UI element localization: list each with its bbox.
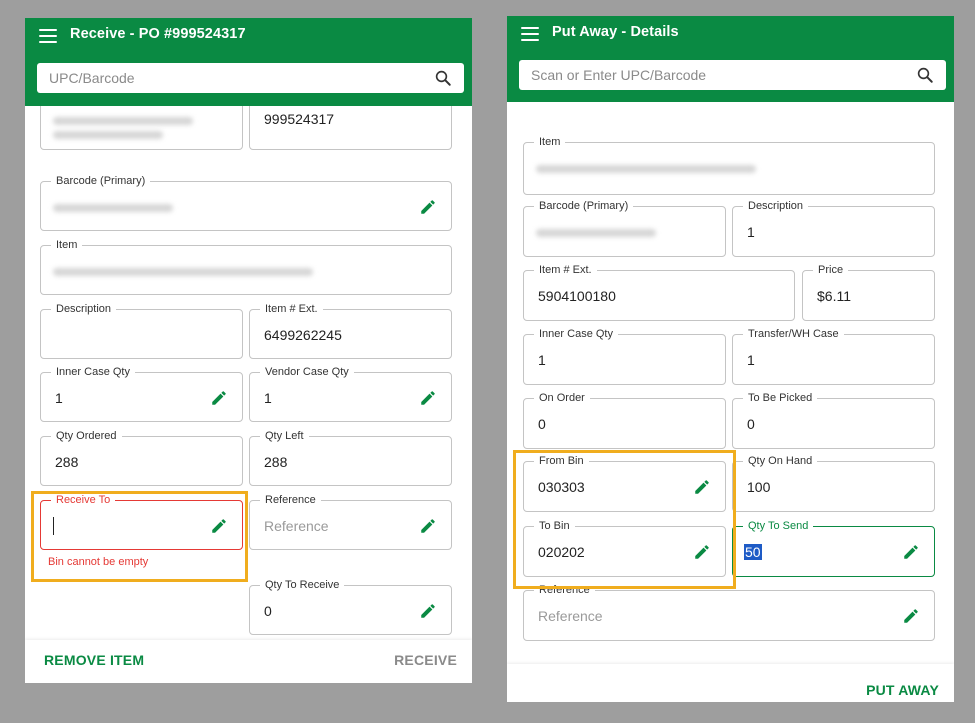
pencil-icon[interactable] <box>210 389 228 407</box>
item-ext-label: Item # Ext. <box>534 263 597 277</box>
qty-on-hand-label: Qty On Hand <box>743 454 818 468</box>
inner-case-qty-value: 1 <box>538 352 546 368</box>
item-label: Item <box>51 238 83 252</box>
po-number-value: 999524317 <box>264 111 335 127</box>
transfer-wh-case-field: Transfer/WH Case 1 <box>732 327 935 385</box>
receive-form: 999524317 Barcode (Primary) Item Descrip… <box>25 106 472 654</box>
search-icon[interactable] <box>916 66 934 84</box>
item-ext-field: Item # Ext. 6499262245 <box>249 302 452 359</box>
on-order-value: 0 <box>538 416 546 432</box>
search-icon[interactable] <box>434 69 452 87</box>
page-title: Receive - PO #999524317 <box>70 26 246 42</box>
po-number-field: 999524317 <box>249 106 452 150</box>
receive-button[interactable]: RECEIVE <box>394 652 457 668</box>
barcode-field[interactable]: Barcode (Primary) <box>40 174 452 231</box>
pencil-icon[interactable] <box>419 198 437 216</box>
search-bar[interactable] <box>519 60 946 90</box>
reference-field[interactable]: Reference Reference <box>249 493 452 550</box>
pencil-icon[interactable] <box>419 602 437 620</box>
inner-case-qty-field[interactable]: Inner Case Qty 1 <box>40 365 243 422</box>
on-order-field: On Order 0 <box>523 391 726 449</box>
transfer-wh-case-label: Transfer/WH Case <box>743 327 844 341</box>
barcode-field: Barcode (Primary) <box>523 199 726 257</box>
item-ext-value: 5904100180 <box>538 288 616 304</box>
vendor-case-qty-field[interactable]: Vendor Case Qty 1 <box>249 365 452 422</box>
pencil-icon[interactable] <box>419 389 437 407</box>
qty-left-field: Qty Left 288 <box>249 429 452 486</box>
barcode-label: Barcode (Primary) <box>534 199 634 213</box>
pencil-icon[interactable] <box>419 517 437 535</box>
put-away-button[interactable]: PUT AWAY <box>866 682 939 698</box>
barcode-label: Barcode (Primary) <box>51 174 151 188</box>
qty-to-send-value[interactable]: 50 <box>744 544 762 560</box>
highlight-box <box>31 491 248 582</box>
price-field: Price $6.11 <box>802 263 935 321</box>
description-label: Description <box>51 302 117 316</box>
to-be-picked-label: To Be Picked <box>743 391 818 405</box>
put-away-form: Item Barcode (Primary) Description 1 Ite… <box>507 102 954 662</box>
pencil-icon[interactable] <box>902 607 920 625</box>
search-input[interactable] <box>519 60 894 90</box>
vendor-name-field <box>40 106 243 150</box>
qty-on-hand-value: 100 <box>747 479 771 495</box>
to-be-picked-field: To Be Picked 0 <box>732 391 935 449</box>
vendor-case-qty-label: Vendor Case Qty <box>260 365 354 379</box>
receive-screen: Receive - PO #999524317 999524317 Barcod… <box>25 18 472 683</box>
qty-to-receive-label: Qty To Receive <box>260 578 345 592</box>
qty-to-receive-value: 0 <box>264 603 272 619</box>
price-label: Price <box>813 263 849 277</box>
reference-field[interactable]: Reference Reference <box>523 583 935 641</box>
remove-item-button[interactable]: REMOVE ITEM <box>44 652 144 668</box>
put-away-app-bar: Put Away - Details <box>507 16 954 102</box>
reference-placeholder: Reference <box>538 608 603 624</box>
pencil-icon[interactable] <box>902 543 920 561</box>
vendor-case-qty-value: 1 <box>264 390 272 406</box>
item-field: Item <box>523 135 935 195</box>
qty-to-send-field[interactable]: Qty To Send 50 <box>732 519 935 577</box>
qty-left-label: Qty Left <box>260 429 309 443</box>
description-value: 1 <box>747 224 755 240</box>
qty-to-receive-field[interactable]: Qty To Receive 0 <box>249 578 452 635</box>
description-label: Description <box>743 199 809 213</box>
search-input[interactable] <box>37 63 412 93</box>
on-order-label: On Order <box>534 391 590 405</box>
put-away-screen: Put Away - Details Item Barcode (Primary… <box>507 16 954 702</box>
item-ext-value: 6499262245 <box>264 327 342 343</box>
qty-on-hand-field: Qty On Hand 100 <box>732 454 935 512</box>
reference-label: Reference <box>260 493 321 507</box>
search-bar[interactable] <box>37 63 464 93</box>
qty-to-send-label: Qty To Send <box>743 519 814 533</box>
menu-icon[interactable] <box>39 29 57 43</box>
menu-icon[interactable] <box>521 27 539 41</box>
inner-case-qty-value: 1 <box>55 390 63 406</box>
to-be-picked-value: 0 <box>747 416 755 432</box>
qty-left-value: 288 <box>264 454 288 470</box>
item-ext-label: Item # Ext. <box>260 302 323 316</box>
highlight-box <box>513 450 736 589</box>
inner-case-qty-field: Inner Case Qty 1 <box>523 327 726 385</box>
price-value: $6.11 <box>817 288 851 304</box>
item-ext-field: Item # Ext. 5904100180 <box>523 263 795 321</box>
qty-ordered-value: 288 <box>55 454 79 470</box>
inner-case-qty-label: Inner Case Qty <box>534 327 618 341</box>
put-away-footer: PUT AWAY <box>507 664 954 702</box>
transfer-wh-case-value: 1 <box>747 352 755 368</box>
item-field: Item <box>40 238 452 295</box>
receive-footer: REMOVE ITEM RECEIVE <box>25 640 472 683</box>
description-field: Description 1 <box>732 199 935 257</box>
reference-placeholder: Reference <box>264 518 329 534</box>
inner-case-qty-label: Inner Case Qty <box>51 365 135 379</box>
receive-app-bar: Receive - PO #999524317 <box>25 18 472 106</box>
qty-ordered-label: Qty Ordered <box>51 429 122 443</box>
item-label: Item <box>534 135 566 149</box>
page-title: Put Away - Details <box>552 24 679 40</box>
qty-ordered-field: Qty Ordered 288 <box>40 429 243 486</box>
description-field: Description <box>40 302 243 359</box>
